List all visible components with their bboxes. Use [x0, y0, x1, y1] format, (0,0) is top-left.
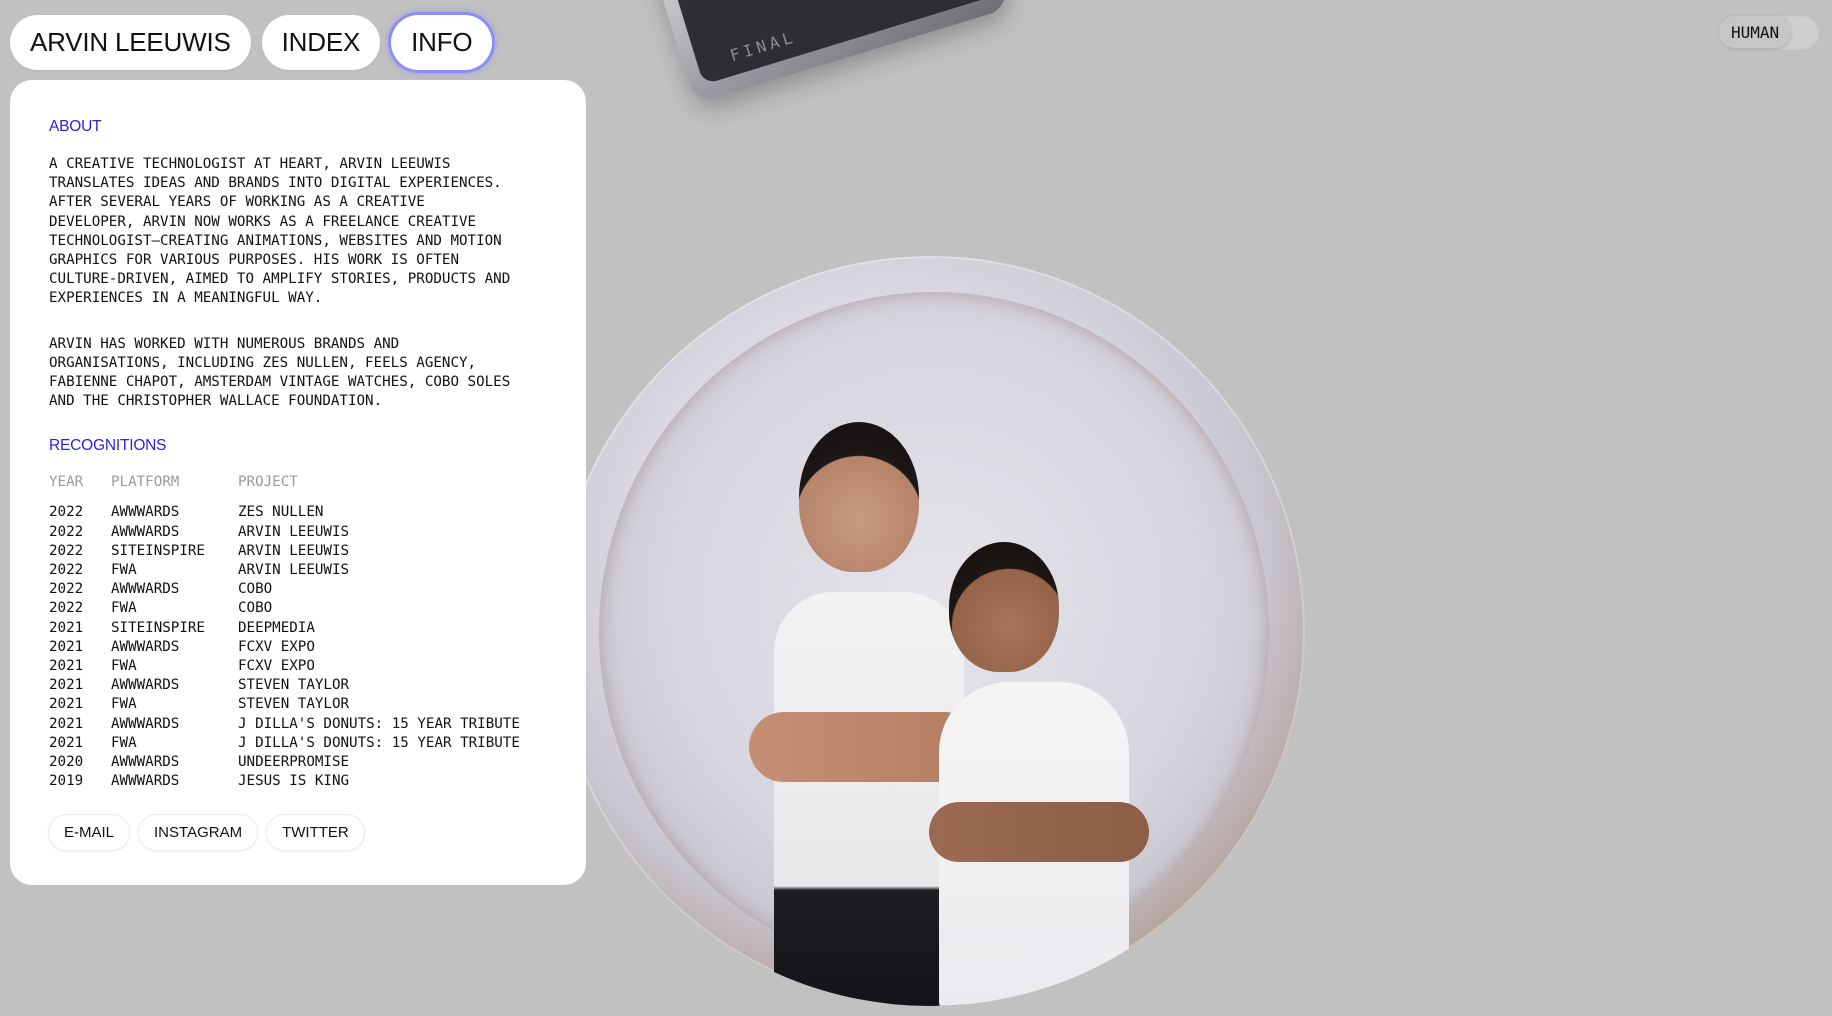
social-links: E-MAIL INSTAGRAM TWITTER: [49, 815, 547, 851]
cell-platform: AWWWARDS: [111, 754, 180, 771]
cell-platform: FWA: [111, 658, 137, 675]
cell-project: FCXV EXPO: [238, 638, 315, 655]
table-row: 2022 AWWWARDS ZES NULLEN: [49, 503, 520, 522]
info-panel: ABOUT A CREATIVE TECHNOLOGIST AT HEART, …: [10, 80, 586, 885]
cell-platform: FWA: [111, 696, 137, 713]
cell-project: ARVIN LEEUWIS: [238, 562, 350, 579]
table-header-row: YEAR PLATFORM PROJECT: [49, 473, 520, 503]
cell-year: 2021: [49, 734, 84, 751]
cell-project: STEVEN TAYLOR: [238, 696, 350, 713]
recognitions-heading: RECOGNITIONS: [49, 437, 167, 455]
cell-project: JESUS IS KING: [238, 773, 350, 790]
recognitions-table: YEAR PLATFORM PROJECT 2022 AWWWARDS ZES NU…: [49, 473, 520, 791]
table-row: 2021 FWA STEVEN TAYLOR: [49, 695, 520, 714]
cell-project: ZES NULLEN: [238, 504, 324, 521]
nav-home-button[interactable]: ARVIN LEEUWIS: [10, 15, 251, 70]
cell-project: ARVIN LEEUWIS: [238, 542, 350, 559]
about-heading: ABOUT: [49, 118, 102, 135]
table-row: 2022 AWWWARDS COBO: [49, 580, 520, 599]
cell-platform: AWWWARDS: [111, 581, 180, 598]
about-paragraph: ARVIN HAS WORKED WITH NUMEROUS BRANDS AN…: [49, 335, 511, 410]
cell-year: 2021: [49, 619, 84, 636]
cell-year: 2021: [49, 677, 84, 694]
hero-circular-photo: [555, 256, 1305, 1006]
cell-project: J DILLA'S DONUTS: 15 YEAR TRIBUTE: [238, 734, 520, 751]
cell-platform: FWA: [111, 600, 137, 617]
cell-platform: FWA: [111, 562, 137, 579]
recognitions-table-body: 2022 AWWWARDS ZES NULLEN 2022 AWWWARDS ARVIN …: [49, 503, 520, 791]
cell-year: 2022: [49, 600, 84, 617]
table-row: 2022 SITEINSPIRE ARVIN LEEUWIS: [49, 542, 520, 561]
email-button[interactable]: E-MAIL: [49, 815, 130, 851]
cell-year: 2022: [49, 542, 84, 559]
photo-inner: [599, 292, 1269, 1006]
cell-project: COBO: [238, 600, 273, 617]
cell-platform: AWWWARDS: [111, 773, 180, 790]
cell-platform: AWWWARDS: [111, 504, 180, 521]
photo-person-left-body: [774, 592, 964, 1006]
cell-project: STEVEN TAYLOR: [238, 677, 350, 694]
cell-platform: AWWWARDS: [111, 715, 180, 732]
column-header-year: YEAR: [49, 474, 84, 491]
cell-project: J DILLA'S DONUTS: 15 YEAR TRIBUTE: [238, 715, 520, 732]
table-row: 2022 FWA COBO: [49, 599, 520, 618]
device-screen-text: FINAL: [656, 0, 993, 85]
cell-platform: AWWWARDS: [111, 638, 180, 655]
cell-platform: AWWWARDS: [111, 523, 180, 540]
column-header-project: PROJECT: [238, 474, 298, 491]
table-row: 2022 AWWWARDS ARVIN LEEUWIS: [49, 523, 520, 542]
cell-year: 2021: [49, 696, 84, 713]
cell-platform: AWWWARDS: [111, 677, 180, 694]
cell-project: UNDEERPROMISE: [238, 754, 350, 771]
main-nav: ARVIN LEEUWIS INDEX INFO: [10, 15, 493, 70]
page: FINAL ARVIN LEEUWIS INDEX INFO HUMAN ABO…: [0, 0, 1832, 1016]
cell-year: 2021: [49, 638, 84, 655]
mode-toggle-label: HUMAN: [1719, 16, 1792, 48]
cell-year: 2021: [49, 715, 84, 732]
cell-year: 2022: [49, 504, 84, 521]
photo-person-right-arms: [929, 802, 1149, 862]
cell-platform: SITEINSPIRE: [111, 542, 205, 559]
table-row: 2021 AWWWARDS FCXV EXPO: [49, 638, 520, 657]
cell-year: 2019: [49, 773, 84, 790]
cell-project: FCXV EXPO: [238, 658, 315, 675]
table-row: 2022 FWA ARVIN LEEUWIS: [49, 561, 520, 580]
table-row: 2021 FWA FCXV EXPO: [49, 657, 520, 676]
cell-project: DEEPMEDIA: [238, 619, 315, 636]
photo-person-left-head: [799, 422, 919, 572]
table-row: 2021 AWWWARDS STEVEN TAYLOR: [49, 676, 520, 695]
cell-project: COBO: [238, 581, 273, 598]
mode-toggle[interactable]: HUMAN: [1717, 14, 1820, 50]
twitter-button[interactable]: TWITTER: [267, 815, 364, 851]
cell-platform: SITEINSPIRE: [111, 619, 205, 636]
table-row: 2021 SITEINSPIRE DEEPMEDIA: [49, 619, 520, 638]
table-row: 2019 AWWWARDS JESUS IS KING: [49, 772, 520, 791]
cell-platform: FWA: [111, 734, 137, 751]
table-row: 2020 AWWWARDS UNDEERPROMISE: [49, 753, 520, 772]
nav-info-button[interactable]: INFO: [391, 15, 493, 70]
cell-year: 2021: [49, 658, 84, 675]
column-header-platform: PLATFORM: [111, 474, 180, 491]
cell-year: 2020: [49, 754, 84, 771]
instagram-button[interactable]: INSTAGRAM: [139, 815, 258, 851]
table-row: 2021 FWA J DILLA'S DONUTS: 15 YEAR TRIBUTE: [49, 734, 520, 753]
cell-year: 2022: [49, 523, 84, 540]
photo-person-right-head: [949, 542, 1059, 672]
decorative-device-image: FINAL: [639, 0, 1011, 105]
nav-index-button[interactable]: INDEX: [261, 15, 381, 70]
cell-project: ARVIN LEEUWIS: [238, 523, 350, 540]
about-paragraph: A CREATIVE TECHNOLOGIST AT HEART, ARVIN …: [49, 156, 511, 307]
cell-year: 2022: [49, 581, 84, 598]
table-row: 2021 AWWWARDS J DILLA'S DONUTS: 15 YEAR TR…: [49, 715, 520, 734]
cell-year: 2022: [49, 562, 84, 579]
